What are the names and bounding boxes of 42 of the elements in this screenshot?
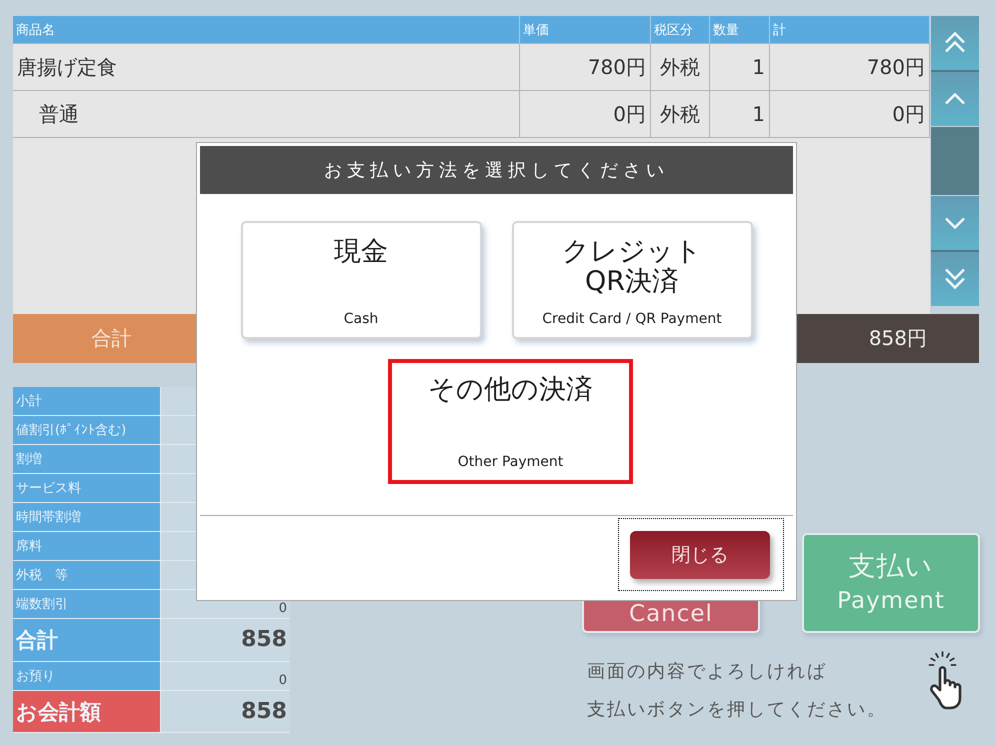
dialog-title: お支払い方法を選択してください	[200, 146, 793, 194]
summary-label: 席料	[13, 532, 161, 561]
summary-value: 858	[161, 619, 290, 662]
summary-value: 858	[161, 691, 290, 733]
column-header: 数量	[710, 16, 770, 44]
summary-label: 値割引(ﾎﾟｲﾝﾄ含む)	[13, 416, 161, 445]
instruction-text: 支払いボタンを押してください。	[587, 698, 887, 722]
table-cell: 普通	[13, 91, 520, 138]
summary-label: サービス料	[13, 474, 161, 503]
table-cell: 外税	[651, 44, 710, 91]
table-cell: 780円	[770, 44, 930, 91]
summary-label: 割増	[13, 445, 161, 474]
double-chevron-down-icon	[942, 268, 968, 290]
instruction-text: 画面の内容でよろしければ	[587, 660, 828, 684]
table-cell: 0円	[770, 91, 930, 138]
column-header: 計	[770, 16, 930, 44]
table-cell: 1	[710, 91, 770, 138]
column-header: 単価	[520, 16, 651, 44]
scroll-bottom-button[interactable]	[931, 252, 979, 306]
summary-label: お会計額	[13, 691, 161, 733]
summary-value: 0	[161, 662, 290, 691]
scroll-down-button[interactable]	[931, 196, 979, 252]
scroll-top-button[interactable]	[931, 16, 979, 72]
payment-option-button[interactable]: その他の決済 Other Payment	[388, 359, 633, 484]
summary-label: 合計	[13, 619, 161, 662]
close-button[interactable]: 閉じる	[630, 531, 770, 579]
table-cell: 0円	[520, 91, 651, 138]
column-header: 税区分	[651, 16, 710, 44]
scroll-up-button[interactable]	[931, 72, 979, 126]
summary-label: 外税 等	[13, 561, 161, 590]
column-header: 商品名	[13, 16, 520, 44]
table-cell: 唐揚げ定食	[13, 44, 520, 91]
chevron-down-icon	[942, 217, 968, 229]
payment-option-button[interactable]: 現金 Cash	[240, 221, 482, 339]
summary-label: お預り	[13, 662, 161, 691]
payment-option-button[interactable]: クレジット QR決済 Credit Card / QR Payment	[512, 221, 752, 339]
table-cell: 780円	[520, 44, 651, 91]
summary-label: 小計	[13, 387, 161, 416]
table-cell: 1	[710, 44, 770, 91]
summary-label: 時間帯割増	[13, 503, 161, 532]
summary-label: 端数割引	[13, 590, 161, 619]
table-cell: 外税	[651, 91, 710, 138]
